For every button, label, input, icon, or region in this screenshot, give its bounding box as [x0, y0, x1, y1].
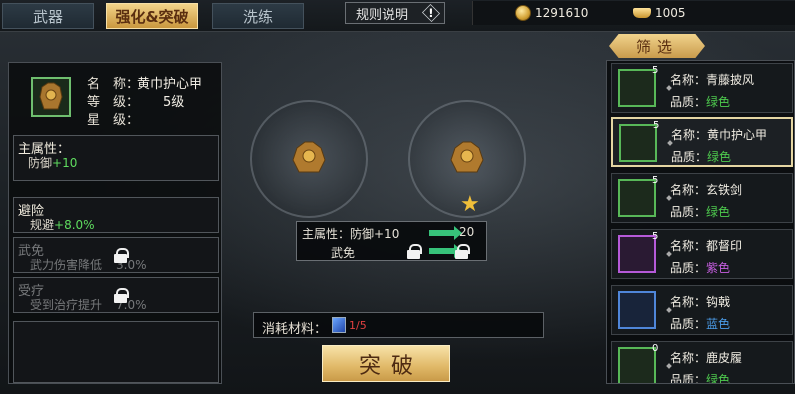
list-item[interactable]: 5 名称：黄巾护心甲 品质：绿色 — [611, 117, 793, 167]
item-name: 名称：都督印 — [670, 239, 743, 253]
star-icon: ★ — [460, 192, 480, 217]
rules-button[interactable]: 规则说明 ! — [345, 2, 445, 24]
halberd-icon — [618, 291, 656, 329]
star-label: 星 级： — [87, 113, 140, 128]
lock-icon — [114, 248, 129, 263]
sword-icon — [618, 179, 656, 217]
tab-refine[interactable]: 洗练 — [212, 3, 304, 29]
arrow-right-icon — [429, 244, 462, 258]
list-item[interactable]: 名称：钩戟 品质：蓝色 — [611, 285, 793, 335]
current-equipment-slot[interactable] — [250, 100, 368, 218]
list-item[interactable]: 5 名称：青藤披风 品质：绿色 — [611, 63, 793, 113]
item-quality: 品质：紫色 — [670, 261, 731, 275]
material-label: 消耗材料： — [262, 322, 328, 337]
item-name: 名称：鹿皮履 — [670, 351, 743, 365]
heal-box: 受疗 受到治疗提升 7.0% — [13, 277, 219, 313]
item-name: 名称：黄巾护心甲 — [671, 128, 768, 142]
item-quality: 品质：绿色 — [670, 373, 731, 384]
armor-icon — [39, 82, 63, 110]
currency-bar: 1291610 1005 — [472, 1, 795, 25]
material-item-icon[interactable] — [332, 317, 346, 333]
main-attribute-line: 防御+10 — [28, 156, 78, 170]
compare-main-label: 主属性：防御+10 — [302, 227, 400, 241]
seal-icon — [618, 235, 656, 273]
list-item[interactable]: 5 名称：玄铁剑 品质：绿色 — [611, 173, 793, 223]
main-attribute-box: 主属性： 防御+10 — [13, 135, 219, 181]
equipment-info-panel: 名 称： 黄巾护心甲 等 级： 5级 星 级： 主属性： 防御+10 避险 规避… — [8, 62, 222, 384]
armor-icon — [450, 141, 484, 173]
breakthrough-button[interactable]: 突破 — [322, 345, 450, 382]
immune-line: 武力伤害降低 3.0% — [30, 258, 147, 272]
equipment-list: 5 名称：青藤披风 品质：绿色 5 名称：黄巾护心甲 品质：绿色 5 名称：玄铁… — [606, 60, 795, 384]
empty-stat-box — [13, 321, 219, 383]
item-level: 5 — [653, 120, 660, 131]
rules-label: 规则说明 — [356, 7, 409, 23]
item-name: 名称：青藤披风 — [670, 73, 755, 87]
ingot-amount: 1005 — [655, 6, 686, 20]
item-quality: 品质：绿色 — [671, 150, 732, 164]
filter-button[interactable]: 筛选 — [609, 34, 705, 58]
item-level: 0 — [652, 343, 659, 354]
coin-amount: 1291610 — [535, 6, 589, 20]
attribute-compare-box: 主属性：防御+10 20 武免 — [296, 221, 487, 261]
list-item[interactable]: 0 名称：鹿皮履 品质：绿色 — [611, 341, 793, 384]
cloak-icon — [618, 69, 656, 107]
dodge-line: 规避+8.0% — [30, 218, 95, 232]
ingot-icon — [633, 8, 651, 18]
tab-weapon[interactable]: 武器 — [2, 3, 94, 29]
dodge-box: 避险 规避+8.0% — [13, 197, 219, 233]
compare-sub-label: 武免 — [331, 246, 356, 260]
armor-icon — [292, 141, 326, 173]
item-quality: 品质：绿色 — [670, 205, 731, 219]
arrow-right-icon — [429, 226, 462, 240]
item-name: 名称：钩戟 — [670, 295, 731, 309]
item-name: 名称：玄铁剑 — [670, 183, 743, 197]
heal-line: 受到治疗提升 7.0% — [30, 298, 147, 312]
list-item[interactable]: 5 名称：都督印 品质：紫色 — [611, 229, 793, 279]
material-count: 1/5 — [349, 319, 367, 332]
lock-icon — [114, 288, 129, 303]
equipment-portrait — [31, 77, 71, 117]
tab-enhance-breakthrough[interactable]: 强化&突破 — [106, 3, 198, 29]
equipment-name: 黄巾护心甲 — [137, 77, 203, 92]
item-quality: 品质：蓝色 — [670, 317, 731, 331]
item-level: 5 — [652, 175, 659, 186]
item-level: 5 — [652, 231, 659, 242]
material-box: 消耗材料： 1/5 — [253, 312, 544, 338]
name-label: 名 称： — [87, 77, 140, 92]
item-level: 5 — [652, 65, 659, 76]
lock-icon — [407, 244, 422, 259]
lock-icon — [455, 244, 470, 259]
immune-box: 武免 武力伤害降低 3.0% — [13, 237, 219, 273]
armor-icon — [619, 124, 657, 162]
compare-main-after: 20 — [459, 225, 475, 239]
level-label: 等 级： — [87, 95, 140, 110]
coin-icon — [515, 5, 531, 21]
boots-icon — [618, 347, 656, 383]
exclamation-icon: ! — [421, 3, 441, 23]
equipment-level: 5级 — [163, 95, 185, 110]
item-quality: 品质：绿色 — [670, 95, 731, 109]
